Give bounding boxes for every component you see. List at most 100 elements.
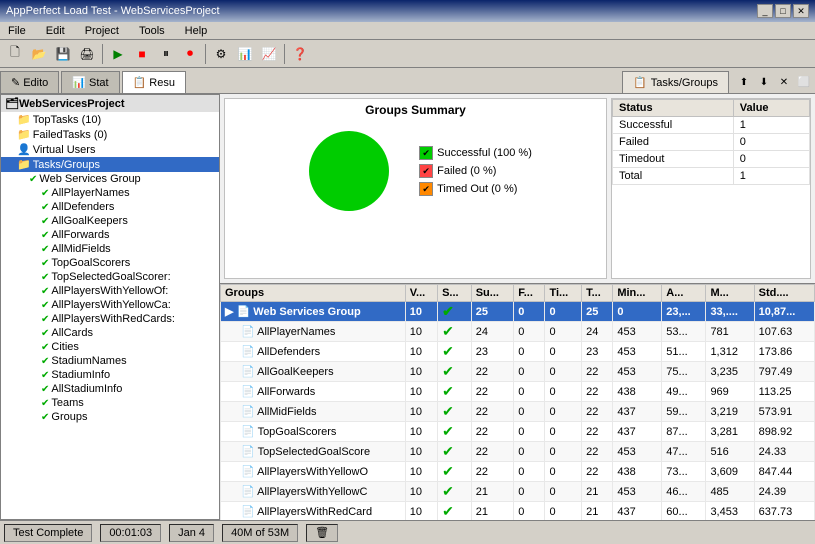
group-row-web-services[interactable]: ▶ 📄 Web Services Group 10 ✔ 25 0 0 25 0 … [221, 302, 815, 322]
menu-tools[interactable]: Tools [135, 24, 169, 38]
tree-root[interactable]: 🗂 WebServicesProject [1, 95, 219, 112]
tab-edito[interactable]: ✎ Edito [0, 71, 59, 93]
save-button[interactable]: 💾 [52, 43, 74, 65]
maximize-button[interactable]: □ [775, 4, 791, 18]
status-failed-value: 0 [733, 134, 809, 151]
status-row-total: Total 1 [613, 168, 810, 185]
data-table-container[interactable]: Groups V... S... Su... F... Ti... T... M… [220, 284, 815, 520]
separator-1 [102, 44, 103, 64]
check-icon-gr: ✔ [41, 412, 49, 423]
tree-item-top-selected[interactable]: ✔ TopSelectedGoalScorer: [1, 270, 219, 284]
tab-stat[interactable]: 📊 Stat [61, 71, 119, 93]
config-button[interactable]: ⚙ [210, 43, 232, 65]
group-check-icon: ✔ [442, 303, 454, 319]
table-row[interactable]: 📄 AllPlayersWithYellowC 10 ✔ 21 0 0 21 4… [221, 482, 815, 502]
table-row[interactable]: 📄 AllPlayerNames 10 ✔ 24 0 0 24 453 53..… [221, 322, 815, 342]
tree-item-all-forwards[interactable]: ✔ AllForwards [1, 228, 219, 242]
check-icon-te: ✔ [41, 398, 49, 409]
check-icon-am: ✔ [41, 244, 49, 255]
tree-item-yellow-of[interactable]: ✔ AllPlayersWithYellowOf: [1, 284, 219, 298]
table-row[interactable]: 📄 AllPlayersWithYellowO 10 ✔ 22 0 0 22 4… [221, 462, 815, 482]
status-trash[interactable]: 🗑 [306, 524, 338, 542]
legend-box-successful: ✔ [419, 146, 433, 160]
help-toolbar-button[interactable]: ❓ [289, 43, 311, 65]
tree-item-top-tasks[interactable]: 📁 TopTasks (10) [1, 112, 219, 127]
data-table: Groups V... S... Su... F... Ti... T... M… [220, 284, 815, 520]
tree-item-stadium-info[interactable]: ✔ StadiumInfo [1, 368, 219, 382]
tree-item-stadium-names[interactable]: ✔ StadiumNames [1, 354, 219, 368]
check-icon-ad: ✔ [41, 202, 49, 213]
separator-2 [205, 44, 206, 64]
tree-item-failed-tasks[interactable]: 📁 FailedTasks (0) [1, 127, 219, 142]
tree-item-red-cards[interactable]: ✔ AllPlayersWithRedCards: [1, 312, 219, 326]
close-button[interactable]: ✕ [793, 4, 809, 18]
tree-item-all-stadium-info[interactable]: ✔ AllStadiumInfo [1, 382, 219, 396]
value-col-header: Value [733, 100, 809, 117]
menu-edit[interactable]: Edit [42, 24, 69, 38]
status-total-label: Total [613, 168, 734, 185]
status-text: Test Complete [4, 524, 92, 542]
tasks-groups-tab[interactable]: 📋 Tasks/Groups [622, 71, 729, 93]
table-header-row: Groups V... S... Su... F... Ti... T... M… [221, 285, 815, 302]
tree-item-top-goal-scorers[interactable]: ✔ TopGoalScorers [1, 256, 219, 270]
report-button[interactable]: 📊 [234, 43, 256, 65]
col-f: F... [514, 285, 545, 302]
tree-item-virtual-users[interactable]: 👤 Virtual Users [1, 142, 219, 157]
status-bar: Test Complete 00:01:03 Jan 4 40M of 53M … [0, 520, 815, 544]
tree-item-all-goalkeepers[interactable]: ✔ AllGoalKeepers [1, 214, 219, 228]
status-failed-label: Failed [613, 134, 734, 151]
table-row[interactable]: 📄 AllDefenders 10 ✔ 23 0 0 23 453 51... … [221, 342, 815, 362]
stop-button[interactable]: ■ [131, 43, 153, 65]
col-s: S... [438, 285, 472, 302]
tree-item-yellow-ca[interactable]: ✔ AllPlayersWithYellowCa: [1, 298, 219, 312]
open-button[interactable]: 📂 [28, 43, 50, 65]
table-row[interactable]: 📄 TopSelectedGoalScore 10 ✔ 22 0 0 22 45… [221, 442, 815, 462]
check-icon-af: ✔ [41, 230, 49, 241]
check-icon-asi: ✔ [41, 384, 49, 395]
tab-resu[interactable]: 📋 Resu [122, 71, 186, 93]
new-button[interactable]: 🗋 [4, 43, 26, 65]
menu-help[interactable]: Help [181, 24, 212, 38]
toolbar-right-btn1[interactable]: ⬆ [735, 73, 753, 91]
status-date: Jan 4 [169, 524, 214, 542]
tree-item-cities[interactable]: ✔ Cities [1, 340, 219, 354]
status-timedout-label: Timedout [613, 151, 734, 168]
check-icon-rc: ✔ [41, 314, 49, 325]
tree-item-all-midfields[interactable]: ✔ AllMidFields [1, 242, 219, 256]
title-bar: AppPerfect Load Test - WebServicesProjec… [0, 0, 815, 22]
table-row[interactable]: 📄 AllMidFields 10 ✔ 22 0 0 22 437 59... … [221, 402, 815, 422]
menu-project[interactable]: Project [81, 24, 123, 38]
chart-button[interactable]: 📈 [258, 43, 280, 65]
tree-item-tasks-groups[interactable]: 📁 Tasks/Groups [1, 157, 219, 172]
print-button[interactable]: 🖨 [76, 43, 98, 65]
toolbar-right-btn3[interactable]: ✕ [775, 73, 793, 91]
record-button[interactable]: ⏺ [179, 43, 201, 65]
pie-chart [299, 121, 399, 221]
window-controls[interactable]: _ □ ✕ [757, 4, 809, 18]
folder-icon-2: 📁 [17, 128, 31, 141]
col-ti: Ti... [545, 285, 582, 302]
tree-item-all-player-names[interactable]: ✔ AllPlayerNames [1, 186, 219, 200]
table-row[interactable]: 📄 AllForwards 10 ✔ 22 0 0 22 438 49... 9… [221, 382, 815, 402]
window-title: AppPerfect Load Test - WebServicesProjec… [6, 5, 220, 17]
tree-item-groups[interactable]: ✔ Groups [1, 410, 219, 424]
tab-stat-label: Stat [89, 77, 109, 89]
tree-item-web-services-group[interactable]: ✔ Web Services Group [1, 172, 219, 186]
chart-title: Groups Summary [365, 103, 466, 117]
minimize-button[interactable]: _ [757, 4, 773, 18]
toolbar-right-btn4[interactable]: ⬜ [795, 73, 813, 91]
tree-item-all-defenders[interactable]: ✔ AllDefenders [1, 200, 219, 214]
tree-item-all-cards[interactable]: ✔ AllCards [1, 326, 219, 340]
pause-button[interactable]: ⏸ [155, 43, 177, 65]
menu-file[interactable]: File [4, 24, 30, 38]
table-row[interactable]: 📄 AllPlayersWithRedCard 10 ✔ 21 0 0 21 4… [221, 502, 815, 521]
status-successful-value: 1 [733, 117, 809, 134]
chart-content: ✔ Successful (100 %) ✔ Failed (0 %) [299, 121, 532, 221]
tree-item-teams[interactable]: ✔ Teams [1, 396, 219, 410]
table-row[interactable]: 📄 AllGoalKeepers 10 ✔ 22 0 0 22 453 75..… [221, 362, 815, 382]
toolbar-right-btn2[interactable]: ⬇ [755, 73, 773, 91]
col-m: M... [706, 285, 754, 302]
run-button[interactable]: ▶ [107, 43, 129, 65]
table-row[interactable]: 📄 TopGoalScorers 10 ✔ 22 0 0 22 437 87..… [221, 422, 815, 442]
menu-bar: File Edit Project Tools Help [0, 22, 815, 40]
